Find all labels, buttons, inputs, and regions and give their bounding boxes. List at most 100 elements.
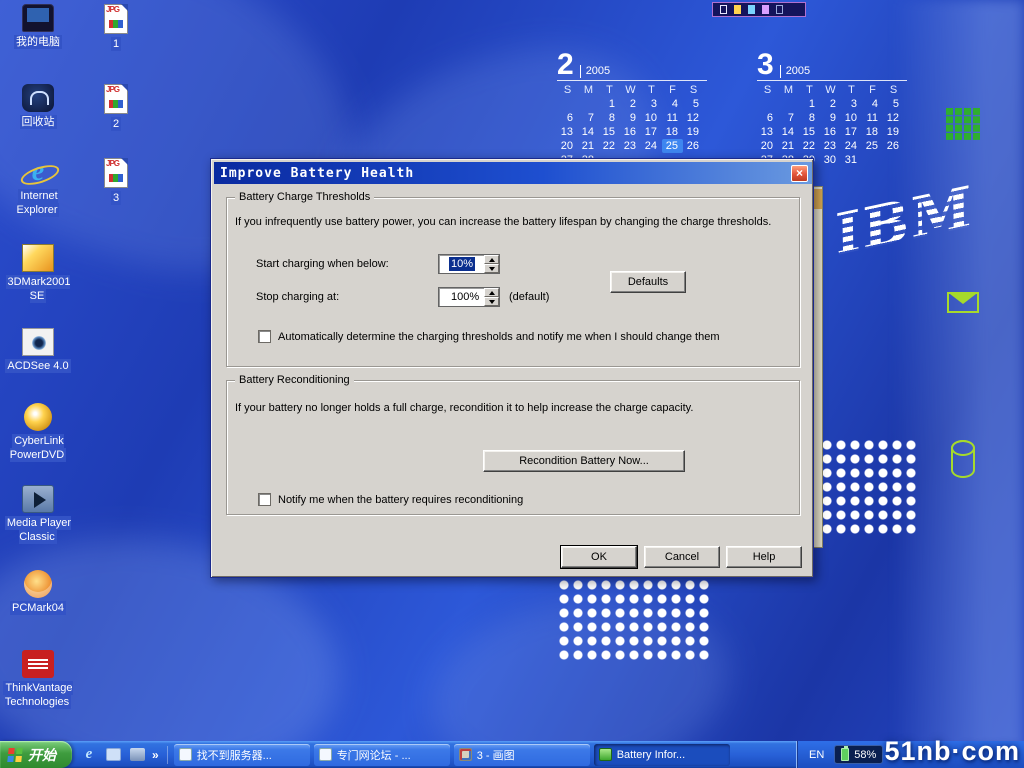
wallpaper-grid-icon — [946, 108, 980, 140]
wallpaper-envelope-icon — [947, 292, 979, 313]
start-label: 开始 — [28, 745, 56, 765]
internet-explorer-icon: e — [22, 158, 54, 186]
cancel-button[interactable]: Cancel — [644, 546, 720, 568]
quicklaunch-overflow-chevron[interactable]: » — [152, 748, 159, 762]
desktop-icon-label: CyberLink PowerDVD — [10, 434, 66, 462]
dialog-titlebar[interactable]: Improve Battery Health × — [214, 162, 812, 184]
help-button[interactable]: Help — [726, 546, 802, 568]
jpg-badge: JPG — [106, 85, 119, 94]
taskbar-task-server-not-found[interactable]: 找不到服务器... — [174, 744, 310, 766]
improve-battery-health-dialog: Improve Battery Health × Battery Charge … — [210, 158, 814, 578]
spin-up-icon[interactable] — [484, 255, 499, 264]
calendar-day: 18 — [662, 125, 683, 139]
checkbox-label: Automatically determine the charging thr… — [278, 331, 719, 343]
calendar-day-header: S — [883, 83, 904, 97]
calendar-month-number: 3 — [757, 52, 774, 78]
calendar-day: 26 — [883, 139, 904, 153]
desktop-icon-jpg-1[interactable]: JPG1 — [80, 4, 152, 51]
checkbox-icon[interactable] — [258, 493, 271, 506]
close-button[interactable]: × — [791, 165, 808, 182]
mini-toolbar-icon[interactable] — [776, 5, 783, 14]
calendar-day: 16 — [620, 125, 641, 139]
desktop-icon-my-computer[interactable]: 我的电脑 — [2, 4, 74, 49]
battery-indicator[interactable]: 58% — [834, 745, 883, 764]
page-task-icon — [319, 748, 332, 761]
start-charge-spinner[interactable]: 10% — [438, 254, 500, 274]
desktop-icon-recycle-bin[interactable]: 回收站 — [2, 84, 74, 129]
calendar-day-header: W — [620, 83, 641, 97]
desktop-icon-label: 1 — [111, 37, 121, 51]
calendar-day: 10 — [641, 111, 662, 125]
start-charge-value[interactable]: 10% — [449, 257, 475, 271]
ok-button[interactable]: OK — [561, 546, 637, 568]
page-task-icon — [179, 748, 192, 761]
desktop-icon-label: ACDSee 4.0 — [5, 359, 70, 373]
ie-quicklaunch-icon[interactable]: e — [80, 746, 98, 764]
desktop-icon-acdsee[interactable]: ACDSee 4.0 — [2, 328, 74, 373]
notify-reconditioning-checkbox-row[interactable]: Notify me when the battery requires reco… — [258, 493, 523, 506]
desktop-icon-label: 我的电脑 — [14, 35, 62, 49]
recondition-battery-button[interactable]: Recondition Battery Now... — [483, 450, 685, 472]
taskbar-task-paint[interactable]: 3 - 画图 — [454, 744, 590, 766]
desktop-icon-mpc[interactable]: Media Player Classic — [2, 485, 74, 544]
taskbar-task-battery-info[interactable]: Battery Infor... — [594, 744, 730, 766]
recycle-bin-icon — [22, 84, 54, 112]
desktop-icon-jpg-2[interactable]: JPG2 — [80, 84, 152, 131]
auto-determine-checkbox-row[interactable]: Automatically determine the charging thr… — [258, 330, 719, 343]
my-computer-icon — [22, 4, 54, 32]
calendar-day-header: T — [641, 83, 662, 97]
taskbar-task-label: 专门网论坛 - ... — [337, 747, 411, 763]
calendar-day: 12 — [683, 111, 704, 125]
mini-toolbar-icon[interactable] — [748, 5, 755, 14]
taskbar-tasks: 找不到服务器... 专门网论坛 - ... 3 - 画图Battery Infor.… — [168, 744, 732, 766]
quick-launch: e » — [72, 746, 168, 764]
calendar-day: 19 — [683, 125, 704, 139]
spin-down-icon[interactable] — [484, 297, 499, 306]
desktop: IBM 我的电脑回收站eInternet Explorer3DMark2001 … — [0, 0, 1024, 768]
language-indicator[interactable]: EN — [809, 749, 824, 761]
spin-down-icon[interactable] — [484, 264, 499, 273]
taskbar-task-forum[interactable]: 专门网论坛 - ... — [314, 744, 450, 766]
calendar-day: 31 — [841, 153, 862, 167]
spin-up-icon[interactable] — [484, 288, 499, 297]
calendar-day: 26 — [683, 139, 704, 153]
desktop-icon-powerdvd[interactable]: CyberLink PowerDVD — [2, 403, 74, 462]
calendar-grid: SMTWTFS123456789101112131415161718192021… — [757, 83, 907, 167]
desktop-icon-jpg-3[interactable]: JPG3 — [80, 158, 152, 205]
desktop-icon-internet-explorer[interactable]: eInternet Explorer — [2, 158, 74, 217]
desktop-icon-pcmark[interactable]: PCMark04 — [2, 570, 74, 615]
calendar-day: 22 — [599, 139, 620, 153]
watermark-51nb: 51nb·com — [884, 736, 1020, 767]
thresholds-description: If you infrequently use battery power, y… — [235, 216, 771, 228]
mini-toolbar-icon[interactable] — [720, 5, 727, 14]
mini-toolbar[interactable] — [712, 2, 806, 17]
start-button[interactable]: 开始 — [0, 741, 72, 768]
calendar-day: 24 — [641, 139, 662, 153]
defaults-button[interactable]: Defaults — [610, 271, 686, 293]
calendar-day: 25 — [862, 139, 883, 153]
stop-charge-spinner[interactable]: 100% — [438, 287, 500, 307]
group-legend: Battery Charge Thresholds — [235, 191, 374, 203]
media-player-quicklaunch-icon[interactable] — [130, 748, 145, 761]
battery-task-icon — [599, 748, 612, 761]
checkbox-icon[interactable] — [258, 330, 271, 343]
desktop-icon-threedmark[interactable]: 3DMark2001 SE — [2, 244, 74, 303]
mini-toolbar-icon[interactable] — [734, 5, 741, 14]
calendar-day-empty — [883, 153, 904, 167]
calendar-month-3: 32005SMTWTFS1234567891011121314151617181… — [757, 52, 907, 167]
calendar-day: 15 — [599, 125, 620, 139]
mini-toolbar-icon[interactable] — [762, 5, 769, 14]
calendar-day: 6 — [557, 111, 578, 125]
stop-charge-value[interactable]: 100% — [439, 288, 484, 306]
calendar-day: 1 — [799, 97, 820, 111]
calendar-day-header: F — [862, 83, 883, 97]
calendar-day: 8 — [799, 111, 820, 125]
calendar-month-number: 2 — [557, 52, 574, 78]
calendar-day: 15 — [799, 125, 820, 139]
show-desktop-icon[interactable] — [106, 748, 121, 761]
calendar-month-2: 22005SMTWTFS1234567891011121314151617181… — [557, 52, 707, 167]
calendar-day: 1 — [599, 97, 620, 111]
threedmark-icon — [22, 244, 54, 272]
desktop-icon-thinkvantage[interactable]: ThinkVantage Technologies — [2, 650, 74, 709]
calendar-year: 2005 — [780, 65, 810, 78]
